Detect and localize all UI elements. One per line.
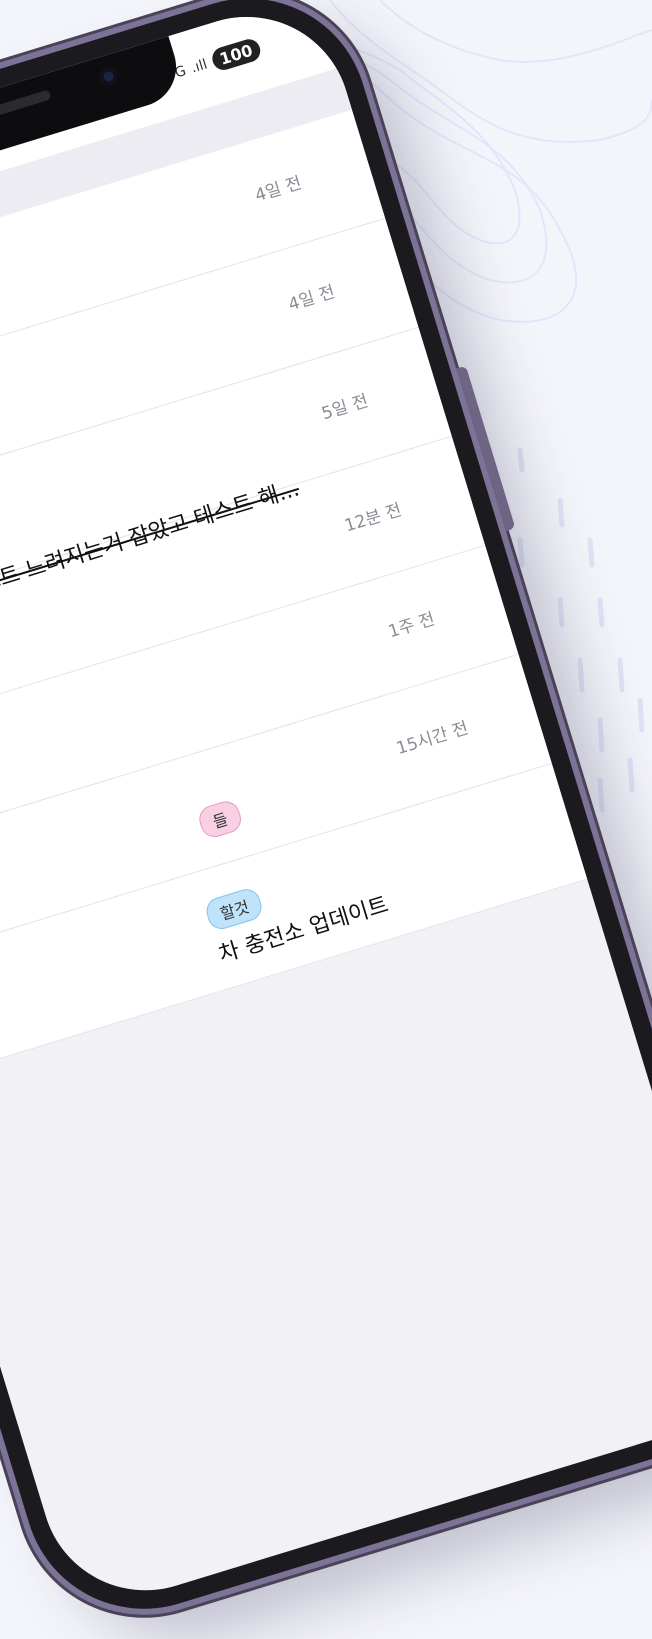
speaker [0,89,52,135]
item-time: 5일 전 [319,391,371,425]
item-time: 12분 전 [342,500,405,537]
signal-bars-icon: .ıll [188,55,210,77]
item-time: 4일 전 [286,282,338,316]
camera [97,65,120,88]
item-time: 4일 전 [252,173,305,207]
item-time: 15시간 전 [394,718,471,760]
battery-level: 100 [209,36,264,73]
item-time: 1주 전 [386,609,438,643]
